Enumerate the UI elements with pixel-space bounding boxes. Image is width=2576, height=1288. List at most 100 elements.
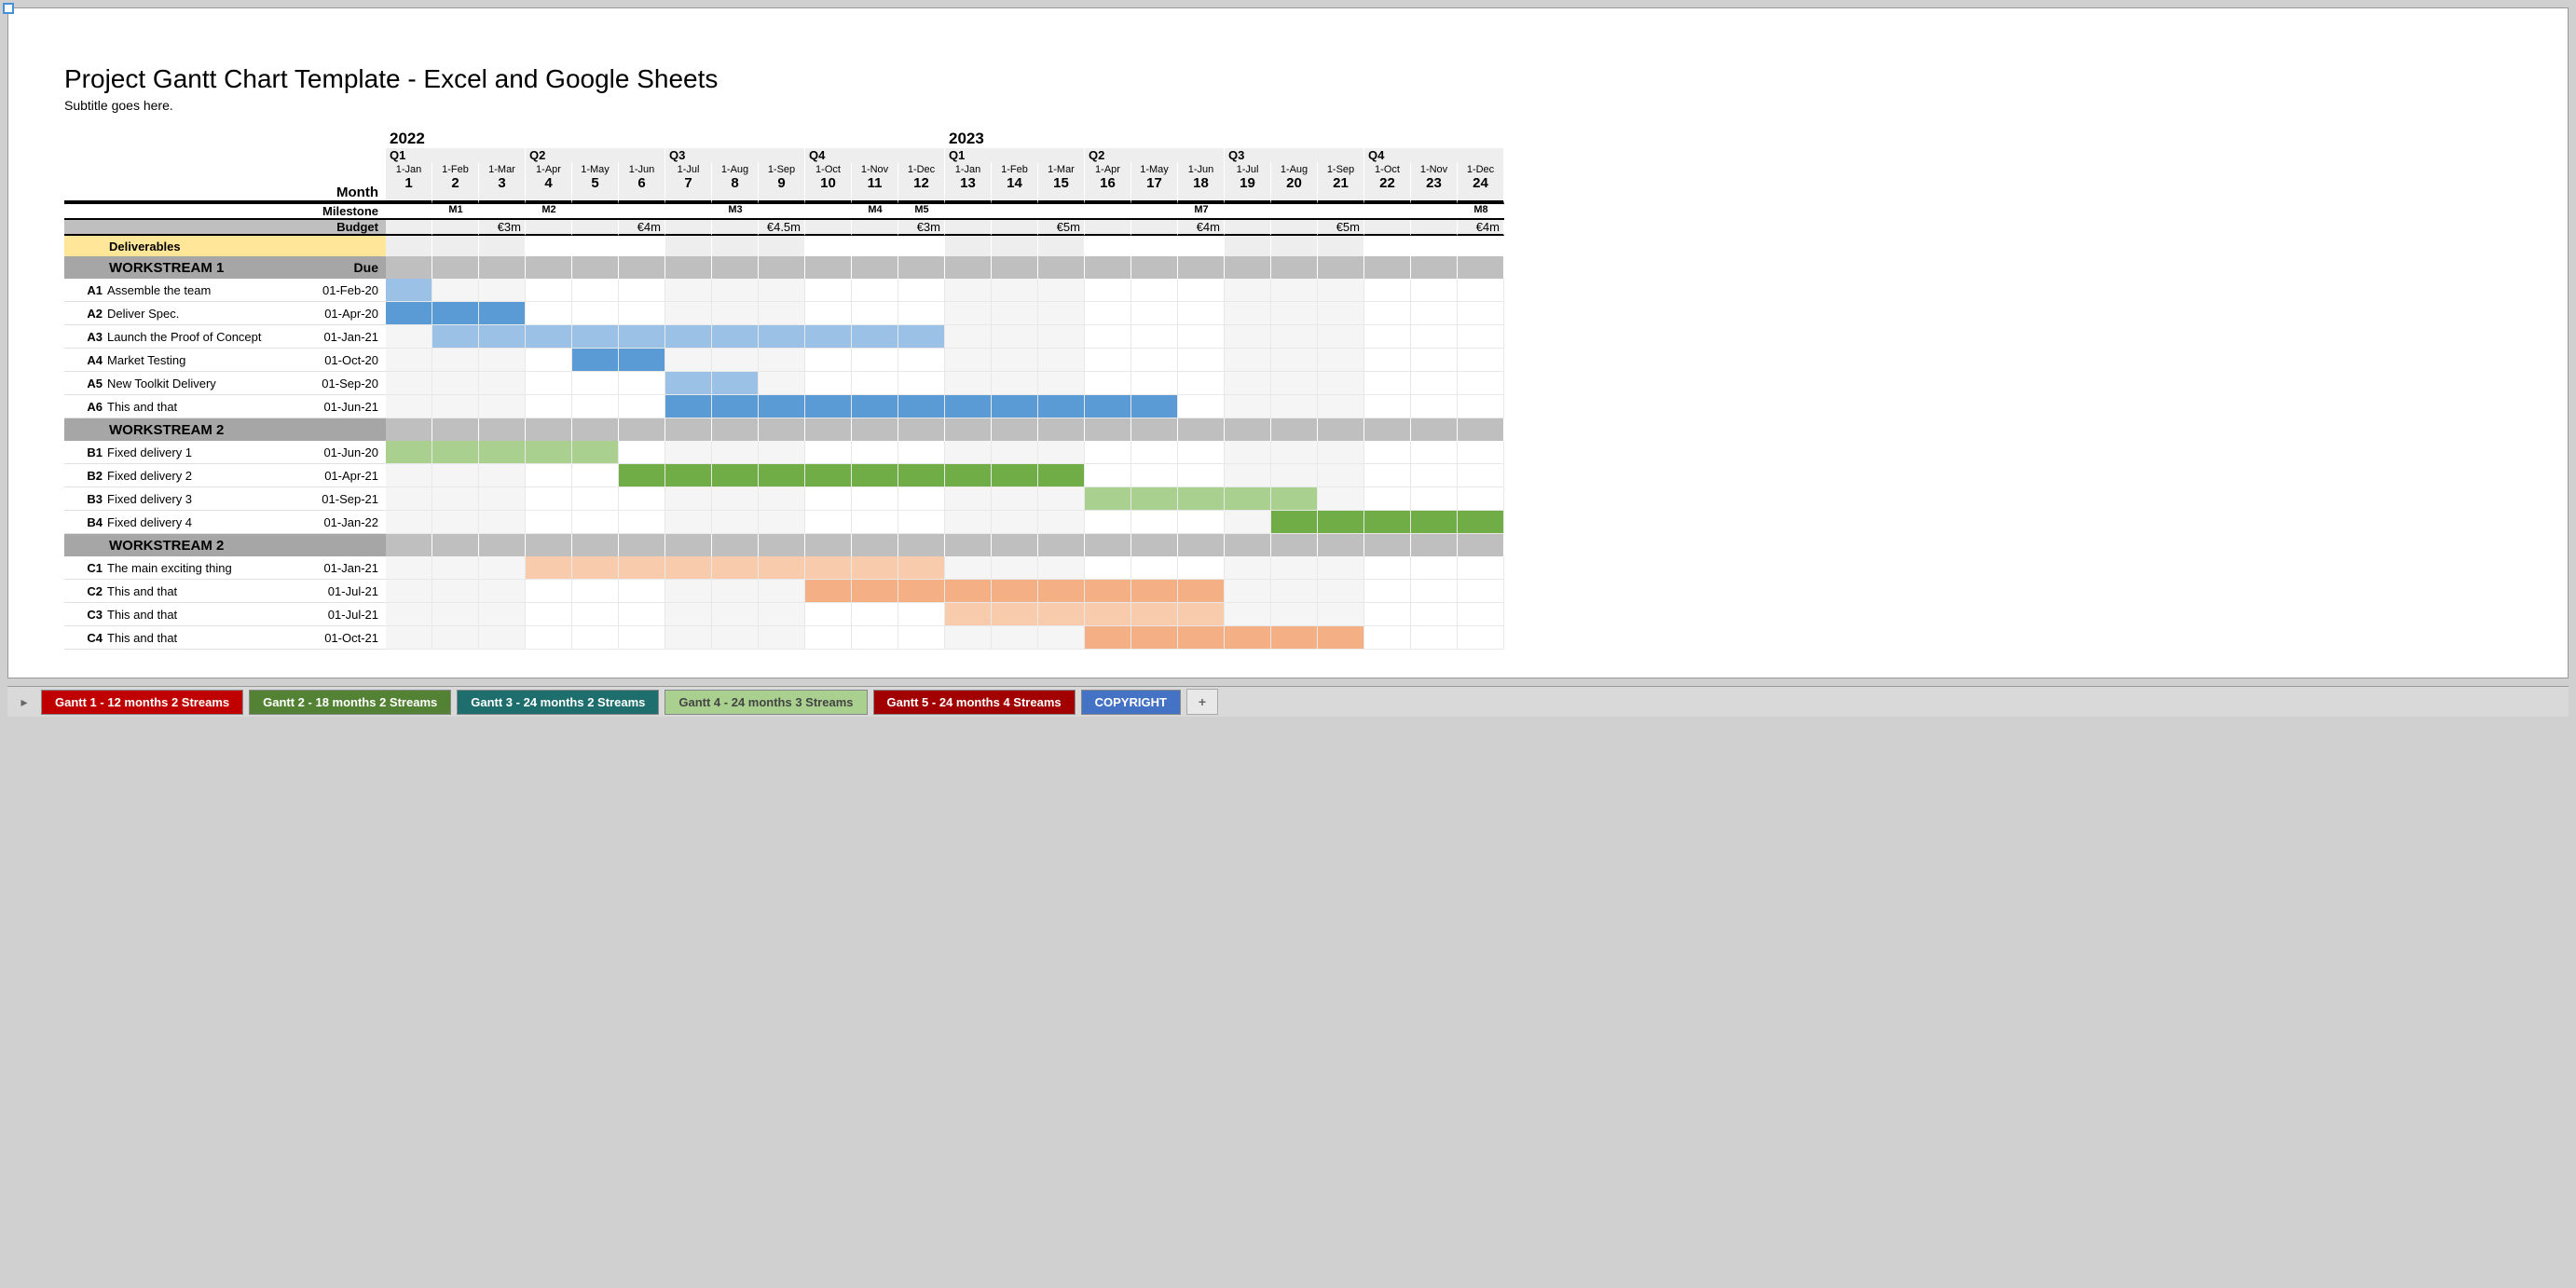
gantt-cell[interactable] bbox=[619, 349, 665, 372]
gantt-cell[interactable] bbox=[572, 395, 619, 418]
gantt-cell[interactable] bbox=[1458, 464, 1504, 487]
gantt-cell[interactable] bbox=[759, 626, 805, 650]
gantt-cell[interactable] bbox=[898, 580, 945, 603]
gantt-cell[interactable] bbox=[898, 511, 945, 534]
gantt-cell[interactable] bbox=[479, 349, 526, 372]
gantt-cell[interactable] bbox=[712, 441, 759, 464]
gantt-cell[interactable] bbox=[1178, 487, 1225, 511]
gantt-cell[interactable] bbox=[759, 325, 805, 349]
gantt-cell[interactable] bbox=[1131, 441, 1178, 464]
gantt-cell[interactable] bbox=[1085, 279, 1131, 302]
gantt-cell[interactable] bbox=[1318, 580, 1364, 603]
gantt-cell[interactable] bbox=[386, 325, 432, 349]
gantt-cell[interactable] bbox=[1318, 372, 1364, 395]
gantt-cell[interactable] bbox=[992, 464, 1038, 487]
sheet-tab[interactable]: Gantt 3 - 24 months 2 Streams bbox=[457, 690, 659, 715]
gantt-cell[interactable] bbox=[665, 441, 712, 464]
gantt-cell[interactable] bbox=[526, 372, 572, 395]
gantt-cell[interactable] bbox=[1364, 626, 1411, 650]
gantt-cell[interactable] bbox=[386, 441, 432, 464]
gantt-cell[interactable] bbox=[1271, 511, 1318, 534]
gantt-cell[interactable] bbox=[759, 487, 805, 511]
gantt-cell[interactable] bbox=[945, 349, 992, 372]
gantt-cell[interactable] bbox=[386, 372, 432, 395]
gantt-cell[interactable] bbox=[1225, 511, 1271, 534]
gantt-cell[interactable] bbox=[1364, 603, 1411, 626]
gantt-cell[interactable] bbox=[665, 511, 712, 534]
gantt-cell[interactable] bbox=[1085, 626, 1131, 650]
gantt-cell[interactable] bbox=[432, 603, 479, 626]
gantt-cell[interactable] bbox=[572, 372, 619, 395]
gantt-cell[interactable] bbox=[712, 603, 759, 626]
gantt-cell[interactable] bbox=[712, 511, 759, 534]
gantt-cell[interactable] bbox=[1271, 441, 1318, 464]
gantt-cell[interactable] bbox=[1038, 349, 1085, 372]
gantt-cell[interactable] bbox=[386, 395, 432, 418]
gantt-cell[interactable] bbox=[665, 349, 712, 372]
gantt-cell[interactable] bbox=[852, 325, 898, 349]
gantt-cell[interactable] bbox=[1131, 325, 1178, 349]
gantt-cell[interactable] bbox=[572, 556, 619, 580]
gantt-cell[interactable] bbox=[759, 302, 805, 325]
gantt-cell[interactable] bbox=[1271, 279, 1318, 302]
gantt-cell[interactable] bbox=[945, 580, 992, 603]
gantt-cell[interactable] bbox=[1364, 349, 1411, 372]
gantt-cell[interactable] bbox=[572, 580, 619, 603]
gantt-cell[interactable] bbox=[619, 395, 665, 418]
task-row-label[interactable]: A6This and that01-Jun-21 bbox=[64, 395, 386, 418]
gantt-cell[interactable] bbox=[1085, 580, 1131, 603]
gantt-cell[interactable] bbox=[805, 441, 852, 464]
gantt-cell[interactable] bbox=[1318, 626, 1364, 650]
gantt-cell[interactable] bbox=[1411, 279, 1458, 302]
gantt-cell[interactable] bbox=[1225, 302, 1271, 325]
gantt-cell[interactable] bbox=[712, 626, 759, 650]
gantt-cell[interactable] bbox=[1271, 325, 1318, 349]
gantt-cell[interactable] bbox=[1411, 349, 1458, 372]
gantt-cell[interactable] bbox=[759, 464, 805, 487]
gantt-cell[interactable] bbox=[898, 626, 945, 650]
gantt-cell[interactable] bbox=[805, 556, 852, 580]
gantt-cell[interactable] bbox=[1318, 556, 1364, 580]
gantt-cell[interactable] bbox=[1178, 603, 1225, 626]
gantt-cell[interactable] bbox=[992, 302, 1038, 325]
gantt-cell[interactable] bbox=[992, 556, 1038, 580]
gantt-cell[interactable] bbox=[852, 464, 898, 487]
gantt-cell[interactable] bbox=[619, 302, 665, 325]
gantt-cell[interactable] bbox=[805, 325, 852, 349]
gantt-cell[interactable] bbox=[712, 279, 759, 302]
gantt-cell[interactable] bbox=[526, 441, 572, 464]
sheet-tab[interactable]: COPYRIGHT bbox=[1081, 690, 1181, 715]
gantt-cell[interactable] bbox=[759, 580, 805, 603]
gantt-cell[interactable] bbox=[432, 580, 479, 603]
gantt-cell[interactable] bbox=[1458, 511, 1504, 534]
gantt-cell[interactable] bbox=[479, 302, 526, 325]
gantt-cell[interactable] bbox=[1178, 580, 1225, 603]
gantt-cell[interactable] bbox=[526, 556, 572, 580]
gantt-cell[interactable] bbox=[1411, 487, 1458, 511]
gantt-cell[interactable] bbox=[479, 372, 526, 395]
gantt-cell[interactable] bbox=[479, 580, 526, 603]
gantt-cell[interactable] bbox=[619, 603, 665, 626]
gantt-cell[interactable] bbox=[945, 556, 992, 580]
gantt-cell[interactable] bbox=[1364, 580, 1411, 603]
gantt-cell[interactable] bbox=[1038, 511, 1085, 534]
gantt-cell[interactable] bbox=[572, 279, 619, 302]
gantt-cell[interactable] bbox=[852, 395, 898, 418]
gantt-cell[interactable] bbox=[1225, 325, 1271, 349]
gantt-cell[interactable] bbox=[759, 441, 805, 464]
gantt-cell[interactable] bbox=[1085, 349, 1131, 372]
gantt-cell[interactable] bbox=[479, 464, 526, 487]
tab-nav-prev[interactable]: ▸ bbox=[13, 691, 35, 713]
gantt-cell[interactable] bbox=[1131, 349, 1178, 372]
gantt-cell[interactable] bbox=[619, 556, 665, 580]
gantt-cell[interactable] bbox=[1458, 372, 1504, 395]
gantt-cell[interactable] bbox=[572, 325, 619, 349]
gantt-cell[interactable] bbox=[1038, 441, 1085, 464]
gantt-cell[interactable] bbox=[1225, 372, 1271, 395]
gantt-cell[interactable] bbox=[712, 395, 759, 418]
gantt-cell[interactable] bbox=[898, 487, 945, 511]
gantt-cell[interactable] bbox=[386, 511, 432, 534]
gantt-cell[interactable] bbox=[432, 302, 479, 325]
gantt-cell[interactable] bbox=[945, 395, 992, 418]
task-row-label[interactable]: C1The main exciting thing01-Jan-21 bbox=[64, 556, 386, 580]
